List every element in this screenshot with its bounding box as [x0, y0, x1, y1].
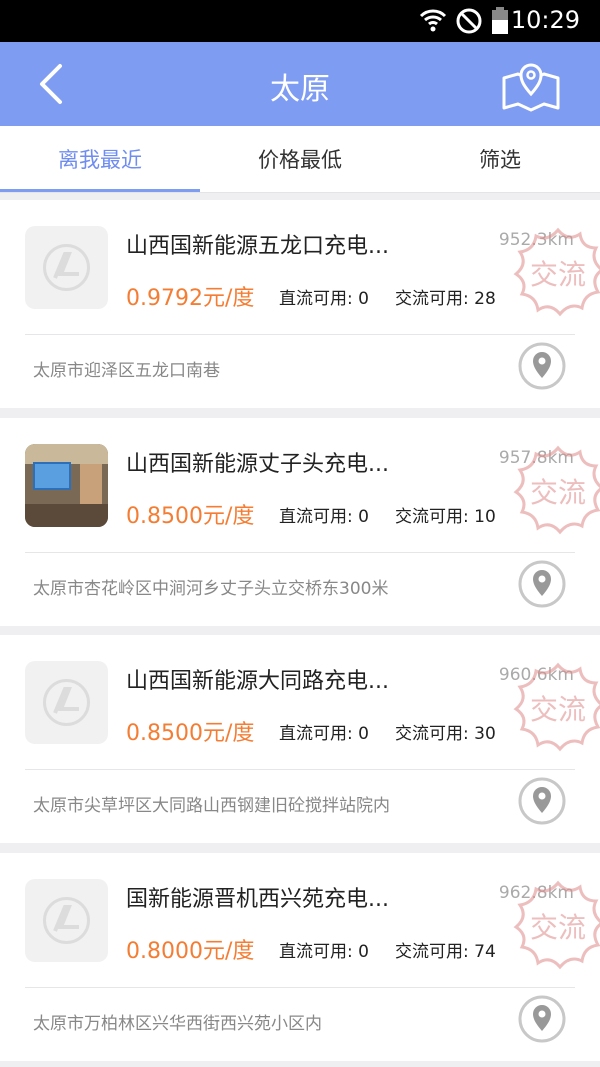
dc-available: 直流可用: 0	[279, 724, 369, 744]
dc-available: 直流可用: 0	[279, 507, 369, 527]
stamp-text: 交流	[530, 476, 586, 509]
status-bar: 10:29	[0, 0, 600, 42]
divider	[25, 334, 575, 335]
tab-nearest[interactable]: 离我最近	[0, 144, 200, 174]
stamp-text: 交流	[530, 911, 586, 944]
station-thumbnail	[25, 661, 108, 744]
app-header: 太原	[0, 42, 600, 126]
station-name: 国新能源晋机西兴苑充电...	[126, 887, 389, 912]
station-price: 0.8000元/度	[126, 939, 255, 964]
location-pin-icon[interactable]	[518, 560, 566, 608]
station-price: 0.9792元/度	[126, 286, 255, 311]
active-tab-indicator	[0, 189, 200, 192]
sort-tabs: 离我最近 价格最低 筛选	[0, 126, 600, 193]
battery-icon	[492, 7, 508, 34]
station-logo-icon	[43, 897, 90, 944]
location-pin-icon[interactable]	[518, 342, 566, 390]
stamp-text: 交流	[530, 258, 586, 291]
ac-available: 交流可用: 30	[395, 724, 496, 744]
station-card[interactable]: 山西国新能源丈子头充电... 957.8km 交流 0.8500元/度 直流可用…	[0, 418, 600, 626]
ac-available: 交流可用: 74	[395, 942, 496, 962]
station-name: 山西国新能源丈子头充电...	[126, 452, 389, 477]
station-address: 太原市万柏林区兴华西街西兴苑小区内	[33, 1014, 322, 1034]
station-photo	[25, 444, 108, 527]
station-name: 山西国新能源大同路充电...	[126, 669, 389, 694]
tab-lowest-price[interactable]: 价格最低	[200, 144, 400, 174]
ac-stamp-icon: 交流	[513, 880, 600, 970]
do-not-disturb-icon	[456, 8, 482, 34]
divider	[25, 987, 575, 988]
map-view-icon[interactable]	[500, 56, 562, 114]
stamp-text: 交流	[530, 693, 586, 726]
wifi-icon	[419, 9, 447, 32]
station-logo-icon	[43, 679, 90, 726]
station-address: 太原市迎泽区五龙口南巷	[33, 361, 220, 381]
station-thumbnail	[25, 226, 108, 309]
tab-filter[interactable]: 筛选	[400, 144, 600, 174]
ac-available: 交流可用: 10	[395, 507, 496, 527]
dc-available: 直流可用: 0	[279, 289, 369, 309]
dc-available: 直流可用: 0	[279, 942, 369, 962]
station-thumbnail	[25, 879, 108, 962]
ac-stamp-icon: 交流	[513, 445, 600, 535]
station-address: 太原市尖草坪区大同路山西钢建旧砼搅拌站院内	[33, 796, 390, 816]
location-pin-icon[interactable]	[518, 777, 566, 825]
station-address: 太原市杏花岭区中涧河乡丈子头立交桥东300米	[33, 579, 389, 599]
station-logo-icon	[43, 244, 90, 291]
station-card[interactable]: 山西国新能源大同路充电... 960.6km 交流 0.8500元/度 直流可用…	[0, 635, 600, 843]
station-card[interactable]: 国新能源晋机西兴苑充电... 962.8km 交流 0.8000元/度 直流可用…	[0, 853, 600, 1061]
status-time: 10:29	[510, 6, 580, 34]
station-thumbnail	[25, 444, 108, 527]
ac-stamp-icon: 交流	[513, 662, 600, 752]
ac-stamp-icon: 交流	[513, 227, 600, 317]
ac-available: 交流可用: 28	[395, 289, 496, 309]
divider	[25, 769, 575, 770]
station-name: 山西国新能源五龙口充电...	[126, 234, 389, 259]
divider	[25, 552, 575, 553]
station-card[interactable]: 山西国新能源五龙口充电... 952.3km 交流 0.9792元/度 直流可用…	[0, 200, 600, 408]
location-pin-icon[interactable]	[518, 995, 566, 1043]
station-price: 0.8500元/度	[126, 721, 255, 746]
station-price: 0.8500元/度	[126, 504, 255, 529]
